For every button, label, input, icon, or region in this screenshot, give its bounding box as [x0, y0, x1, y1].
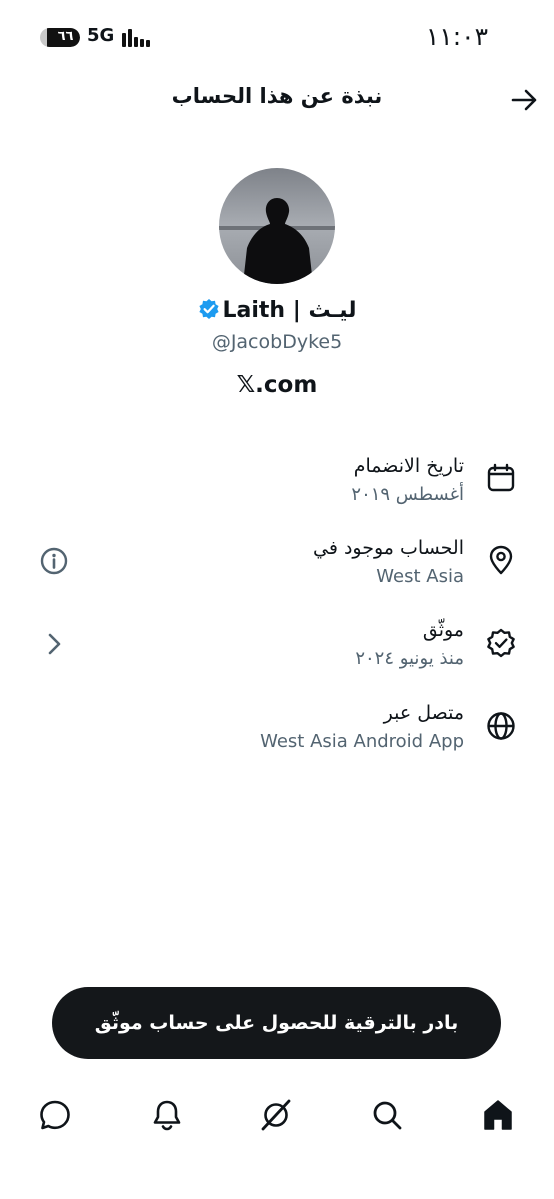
- page-title: نبذة عن هذا الحساب: [171, 84, 383, 108]
- verified-value: منذ يونيو ٢٠٢٤: [355, 648, 464, 669]
- location-value: West Asia: [376, 566, 464, 587]
- battery-indicator: ٦٦: [40, 28, 80, 47]
- display-name-row: Laith | ليـث: [60, 298, 494, 323]
- verified-badge-icon: [487, 628, 515, 658]
- location-label: الحساب موجود في: [313, 537, 464, 559]
- join-date-label: تاريخ الانضمام: [353, 455, 464, 477]
- site-link[interactable]: 𝕏.com: [60, 372, 494, 398]
- upgrade-verified-button[interactable]: بادر بالترقية للحصول على حساب موثّق: [52, 987, 501, 1059]
- messages-icon[interactable]: [37, 1097, 73, 1133]
- network-type: 5G: [87, 25, 115, 46]
- connected-via-label: متصل عبر: [383, 702, 464, 724]
- globe-icon: [487, 712, 515, 740]
- search-icon[interactable]: [369, 1097, 405, 1133]
- verified-badge-icon: [198, 299, 219, 319]
- connected-via-value: West Asia Android App: [260, 731, 464, 752]
- info-icon[interactable]: [38, 545, 70, 577]
- battery-level: ٦٦: [57, 29, 74, 44]
- arrow-right-icon[interactable]: [509, 84, 541, 116]
- calendar-icon: [487, 463, 515, 492]
- verified-label: موثّق: [422, 619, 464, 641]
- display-name: Laith | ليـث: [222, 298, 357, 323]
- signal-icon: [122, 28, 152, 47]
- grok-icon[interactable]: [258, 1097, 294, 1133]
- home-icon[interactable]: [480, 1097, 516, 1133]
- status-time: ١١:٠٣: [425, 22, 488, 51]
- notifications-icon[interactable]: [149, 1097, 185, 1133]
- location-pin-icon: [489, 545, 513, 575]
- join-date-value: أغسطس ٢٠١٩: [351, 484, 464, 505]
- avatar[interactable]: [219, 168, 335, 284]
- user-handle: @JacobDyke5: [211, 331, 343, 353]
- chevron-right-icon[interactable]: [38, 628, 70, 660]
